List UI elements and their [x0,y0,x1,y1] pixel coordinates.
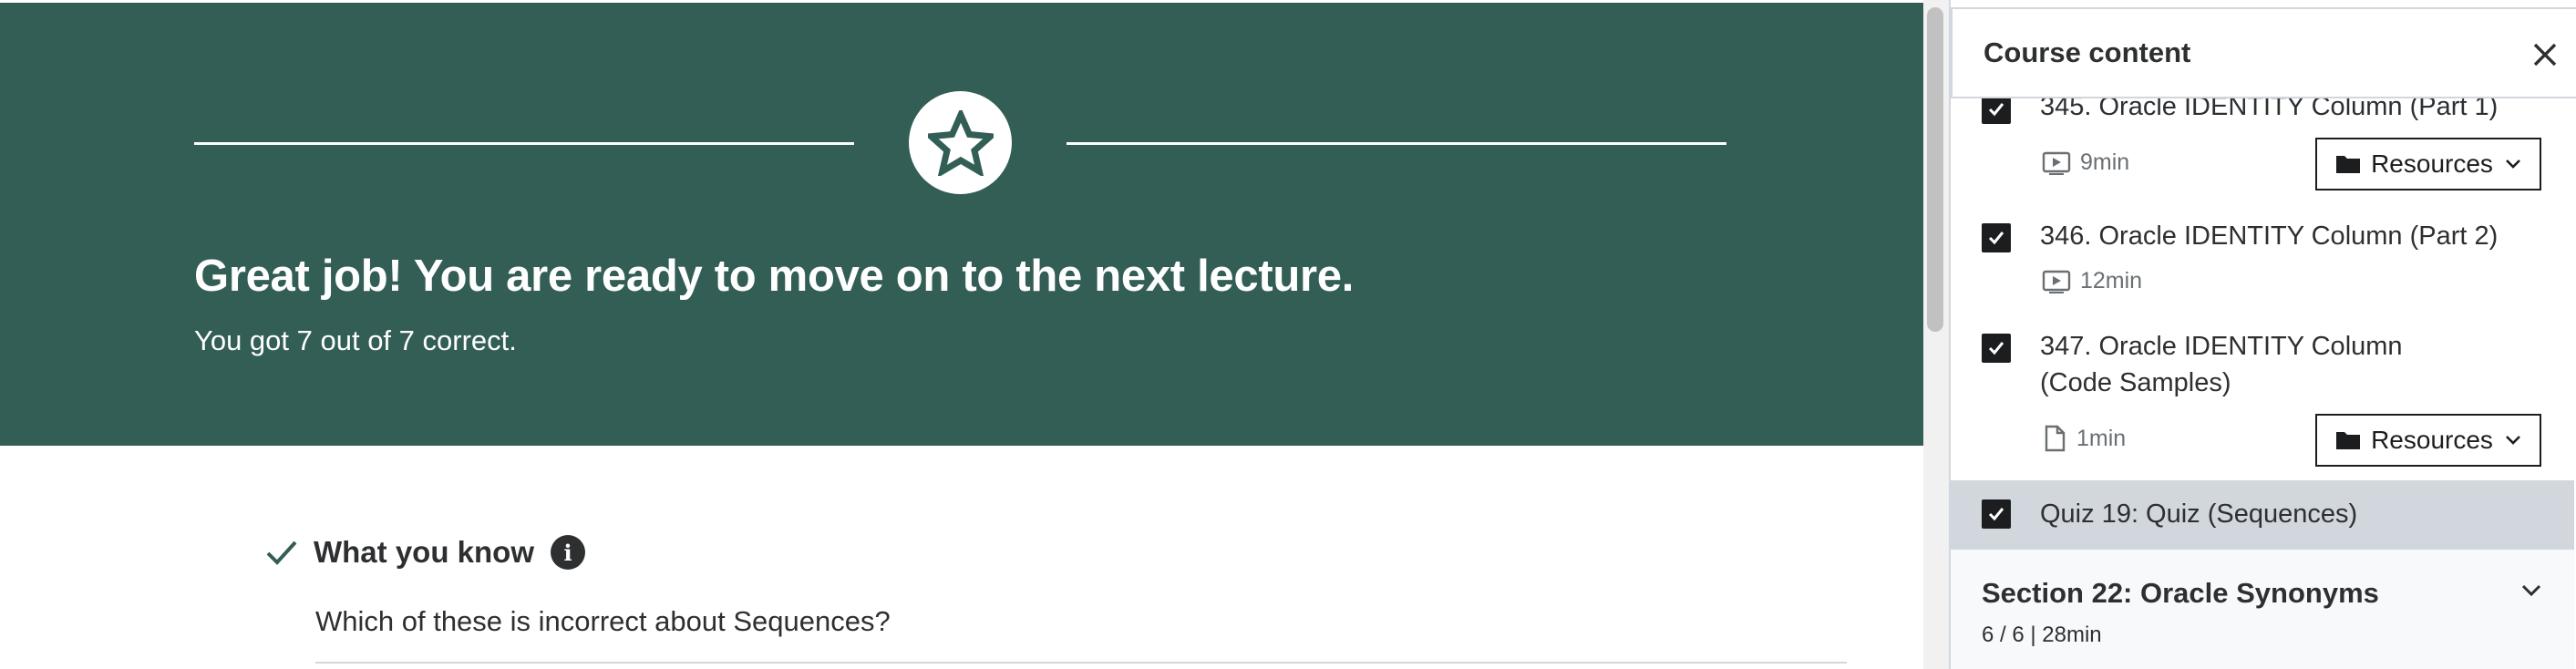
section-meta: 6 / 6 | 28min [1982,623,2102,647]
completed-checkbox[interactable] [1982,95,2011,124]
sidebar-title: Course content [1984,36,2191,68]
what-you-know-title: What you know [314,535,534,569]
banner-divider-right [1066,142,1726,145]
quiz-item[interactable]: Quiz 19: Quiz (Sequences) [1951,480,2574,548]
resources-label: Resources [2371,149,2493,178]
checkmark-icon [1988,342,2004,355]
resources-label: Resources [2371,426,2493,454]
lecture-item[interactable]: 346. Oracle IDENTITY Column (Part 2) 12m… [1951,191,2574,301]
lecture-duration: 1min [2076,425,2127,451]
close-icon [2533,43,2557,67]
checkmark-icon [1988,103,2004,117]
folder-icon [2336,432,2361,449]
lecture-duration: 12min [2080,268,2143,293]
section-header[interactable]: Section 22: Oracle Synonyms 6 / 6 | 28mi… [1951,548,2574,669]
info-icon[interactable]: i [551,535,585,570]
lecture-meta: 12min [2042,268,2142,294]
result-banner: Great job! You are ready to move on to t… [0,3,1923,446]
file-icon [2045,425,2066,452]
what-you-know-heading: What you know i [264,532,585,572]
lecture-title: 347. Oracle IDENTITY Column (Code Sample… [2040,332,2403,397]
banner-title: Great job! You are ready to move on to t… [194,252,1355,301]
scrollbar-thumb[interactable] [1927,7,1943,332]
lecture-title: 346. Oracle IDENTITY Column (Part 2) [2040,221,2499,251]
completed-checkbox[interactable] [1982,499,2011,529]
main-content: Great job! You are ready to move on to t… [0,0,1923,669]
close-button[interactable] [2525,35,2565,75]
video-icon [2042,270,2071,293]
question-text: Which of these is incorrect about Sequen… [315,605,891,637]
quiz-title: Quiz 19: Quiz (Sequences) [2040,499,2358,529]
chevron-down-icon [2521,584,2541,597]
resources-button[interactable]: Resources [2315,138,2541,190]
lecture-duration: 9min [2080,149,2130,175]
lecture-item[interactable]: 347. Oracle IDENTITY Column (Code Sample… [1951,301,2574,480]
completed-checkbox[interactable] [1982,223,2011,252]
completed-checkbox[interactable] [1982,334,2011,363]
star-icon [927,109,994,176]
video-icon [2042,151,2071,175]
checkmark-icon [1988,508,2004,521]
checkmark-icon [266,540,297,565]
course-content-sidebar: 345. Oracle IDENTITY Column (Part 1) 9mi… [1949,0,2576,669]
folder-icon [2336,156,2361,173]
divider [315,662,1847,664]
sidebar-header: Course content [1951,7,2576,98]
chevron-down-icon [2506,160,2520,169]
resources-button[interactable]: Resources [2315,414,2541,467]
banner-divider-left [194,142,854,145]
lecture-meta: 1min [2042,425,2126,452]
section-title: Section 22: Oracle Synonyms [1982,577,2379,609]
checkmark-icon [1988,232,2004,245]
star-badge [909,91,1012,194]
chevron-down-icon [2506,436,2520,445]
banner-score: You got 7 out of 7 correct. [194,324,517,356]
lecture-meta: 9min [2042,149,2129,176]
